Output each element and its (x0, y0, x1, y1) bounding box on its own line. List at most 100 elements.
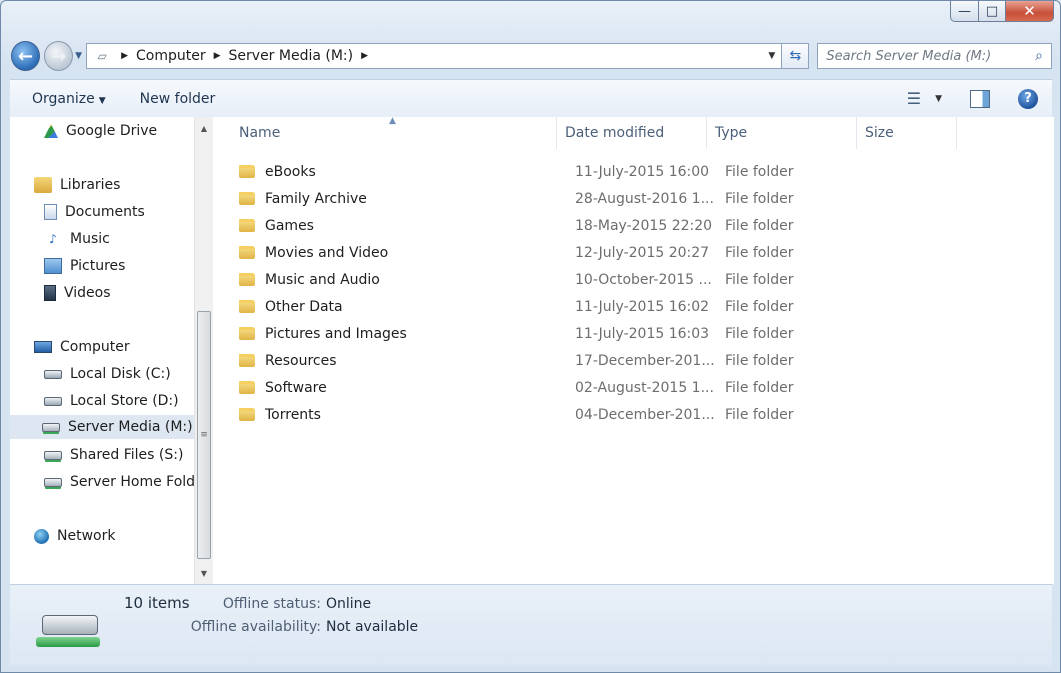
nav-item-server-media-m[interactable]: Server Media (M:) (10, 415, 194, 439)
close-button[interactable]: ✕ (1006, 1, 1054, 22)
file-row[interactable]: Other Data 11-July-2015 16:02 File folde… (239, 293, 1019, 320)
address-history-dropdown[interactable]: ▼ (768, 51, 775, 61)
file-date: 02-August-2015 1... (575, 379, 714, 396)
file-type: File folder (725, 406, 794, 423)
explorer-window: — □ ✕ ← → ▼ ▱ ▶ Computer ▶ Server Media … (0, 0, 1061, 673)
folder-icon (239, 408, 255, 421)
scroll-down-arrow-icon[interactable]: ▼ (195, 564, 213, 582)
nav-item-label: Computer (60, 339, 130, 355)
nav-item-label: Videos (64, 285, 111, 301)
offline-status-label: Offline status: (222, 596, 321, 612)
breadcrumb-server-media[interactable]: Server Media (M:) (229, 48, 354, 64)
breadcrumb-computer[interactable]: Computer (136, 48, 206, 64)
nav-item-computer[interactable]: Computer (34, 335, 130, 359)
local-disk-icon (44, 369, 62, 379)
network-icon (34, 528, 49, 544)
column-header-size[interactable]: Size (857, 117, 957, 149)
nav-item-local-disk-c[interactable]: Local Disk (C:) (44, 362, 171, 386)
offline-availability-value: Not available (326, 619, 419, 635)
folder-icon (239, 219, 255, 232)
back-button[interactable]: ← (11, 41, 41, 71)
refresh-icon: ⇆ (789, 48, 802, 64)
nav-item-label: Libraries (60, 177, 121, 193)
file-row[interactable]: Music and Audio 10-October-2015 ... File… (239, 266, 1019, 293)
file-type: File folder (725, 190, 794, 207)
caption-buttons: — □ ✕ (950, 1, 1054, 23)
refresh-button[interactable]: ⇆ (782, 43, 810, 69)
nav-item-label: Music (70, 231, 110, 247)
nav-item-google-drive[interactable]: Google Drive (44, 119, 157, 143)
file-name: Movies and Video (265, 244, 389, 261)
forward-arrow-icon: → (51, 45, 67, 67)
file-row[interactable]: Family Archive 28-August-2016 1... File … (239, 185, 1019, 212)
column-header-date-modified[interactable]: Date modified (557, 117, 707, 149)
file-row[interactable]: Torrents 04-December-201... File folder (239, 401, 1019, 428)
new-folder-button[interactable]: New folder (128, 87, 228, 111)
music-icon: ♪ (49, 232, 57, 246)
scrollbar-thumb[interactable]: ≡ (197, 311, 211, 559)
file-name: eBooks (265, 163, 316, 180)
file-date: 28-August-2016 1... (575, 190, 714, 207)
file-row[interactable]: Games 18-May-2015 22:20 File folder (239, 212, 1019, 239)
network-drive-icon (42, 422, 60, 432)
nav-item-local-store-d[interactable]: Local Store (D:) (44, 389, 179, 413)
view-options-dropdown[interactable]: ▼ (935, 94, 942, 104)
file-row[interactable]: Movies and Video 12-July-2015 20:27 File… (239, 239, 1019, 266)
chevron-right-icon[interactable]: ▶ (361, 51, 368, 61)
nav-item-server-home-folder[interactable]: Server Home Folde (44, 470, 204, 494)
offline-availability-label: Offline availability: (190, 619, 321, 635)
organize-label: Organize (32, 90, 95, 107)
maximize-button[interactable]: □ (979, 1, 1006, 22)
recent-pages-dropdown[interactable]: ▼ (75, 51, 82, 61)
nav-item-label: Local Store (D:) (70, 393, 179, 409)
chevron-right-icon[interactable]: ▶ (214, 51, 221, 61)
file-name: Other Data (265, 298, 343, 315)
change-view-icon[interactable]: ☰ (907, 89, 921, 108)
nav-item-documents[interactable]: Documents (44, 200, 145, 224)
network-drive-icon: ▱ (97, 49, 107, 63)
item-count: 10 items (124, 594, 190, 612)
file-row[interactable]: Software 02-August-2015 1... File folder (239, 374, 1019, 401)
chevron-down-icon: ▼ (98, 95, 106, 106)
file-row[interactable]: Resources 17-December-201... File folder (239, 347, 1019, 374)
nav-item-label: Server Media (M:) (68, 419, 193, 435)
file-type: File folder (725, 379, 794, 396)
nav-item-pictures[interactable]: Pictures (44, 254, 125, 278)
forward-button[interactable]: → (44, 41, 74, 71)
column-header-name[interactable]: Name (231, 117, 557, 149)
search-input[interactable]: Search Server Media (M:) ⌕ (817, 43, 1053, 69)
file-row[interactable]: Pictures and Images 11-July-2015 16:03 F… (239, 320, 1019, 347)
nav-item-network[interactable]: Network (34, 524, 115, 548)
search-icon[interactable]: ⌕ (1035, 48, 1043, 64)
minimize-button[interactable]: — (950, 1, 979, 22)
nav-item-music[interactable]: ♪ Music (44, 227, 110, 251)
folder-icon (239, 300, 255, 313)
file-date: 11-July-2015 16:02 (575, 298, 710, 315)
file-date: 18-May-2015 22:20 (575, 217, 713, 234)
network-drive-icon (44, 450, 62, 460)
network-drive-icon (44, 477, 62, 487)
column-header-type[interactable]: Type (707, 117, 857, 149)
scroll-up-arrow-icon[interactable]: ▲ (195, 119, 213, 137)
nav-item-label: Network (57, 528, 116, 544)
nav-item-shared-files-s[interactable]: Shared Files (S:) (44, 443, 183, 467)
file-date: 04-December-201... (575, 406, 715, 423)
folder-icon (239, 354, 255, 367)
navigation-pane-scrollbar[interactable]: ▲ ≡ ▼ (194, 117, 213, 584)
help-icon[interactable]: ? (1018, 88, 1038, 109)
computer-icon (34, 341, 52, 353)
file-date: 17-December-201... (575, 352, 715, 369)
file-type: File folder (725, 298, 794, 315)
nav-item-videos[interactable]: Videos (44, 281, 111, 305)
preview-pane-icon[interactable] (970, 89, 990, 108)
file-name: Pictures and Images (265, 325, 407, 342)
address-bar[interactable]: ▱ ▶ Computer ▶ Server Media (M:) ▶ ▼ (86, 43, 783, 69)
libraries-icon (34, 177, 52, 193)
file-row[interactable]: eBooks 11-July-2015 16:00 File folder (239, 158, 1019, 185)
nav-item-libraries[interactable]: Libraries (34, 173, 120, 197)
file-list-pane: ▲ Name Date modified Type Size eBooks 11… (215, 116, 1054, 584)
organize-button[interactable]: Organize ▼ (20, 87, 118, 111)
grip-icon: ≡ (200, 430, 208, 440)
chevron-right-icon[interactable]: ▶ (121, 51, 128, 61)
documents-icon (44, 204, 57, 220)
